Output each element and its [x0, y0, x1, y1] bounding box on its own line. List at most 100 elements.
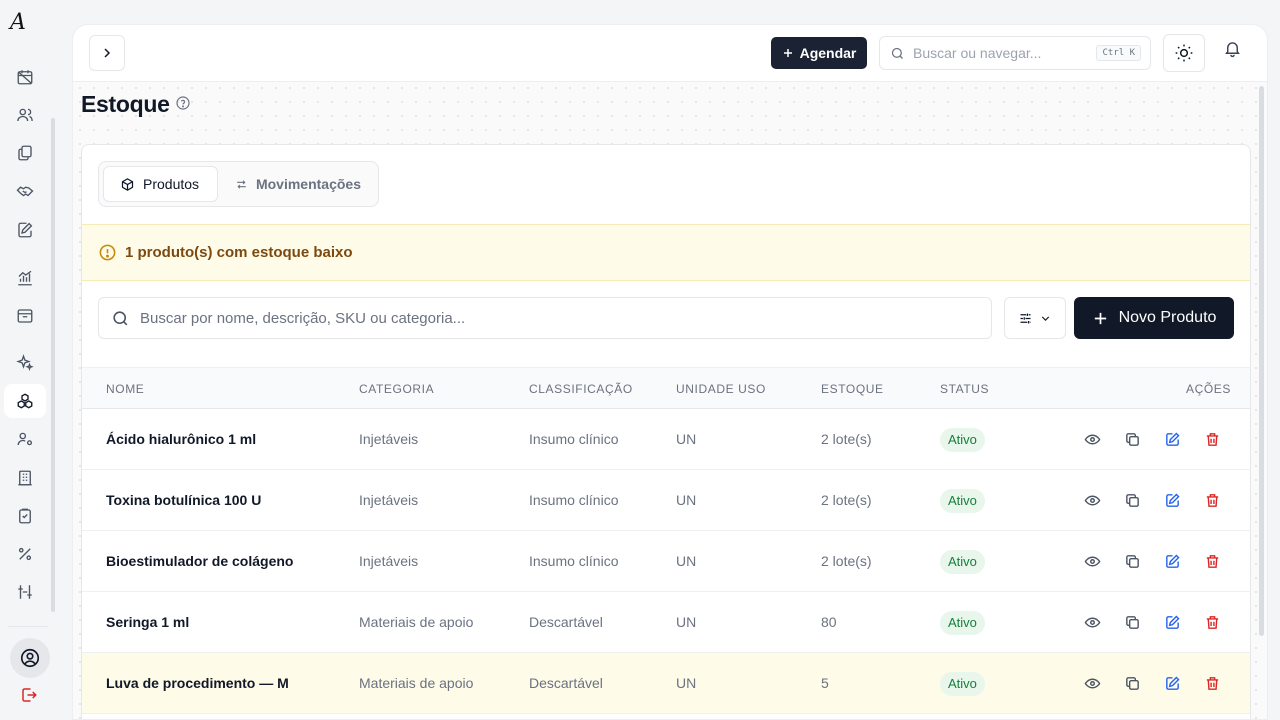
table-row[interactable]: Ácido hialurônico 1 ml Injetáveis Insumo… — [82, 409, 1250, 470]
search-row: Buscar por nome, descrição, SKU ou categ… — [98, 297, 1234, 339]
user-avatar-button[interactable] — [10, 638, 50, 678]
cell-estoque: 2 lote(s) — [821, 492, 872, 508]
percent-icon[interactable] — [14, 543, 36, 565]
calendar-off-icon[interactable] — [14, 66, 36, 88]
documents-icon[interactable] — [14, 142, 36, 164]
cell-classificacao: Descartável — [529, 675, 603, 691]
topbar: Agendar Buscar ou navegar... Ctrl K — [73, 25, 1267, 82]
inbox-icon[interactable] — [14, 305, 36, 327]
main-panel: Agendar Buscar ou navegar... Ctrl K Esto… — [72, 24, 1268, 720]
eye-icon[interactable] — [1082, 490, 1102, 510]
trash-icon[interactable] — [1202, 673, 1222, 693]
edit-icon[interactable] — [1162, 429, 1182, 449]
cell-nome: Bioestimulador de colágeno — [106, 553, 294, 569]
cell-classificacao: Insumo clínico — [529, 553, 619, 569]
sidebar-divider — [8, 626, 48, 627]
copy-icon[interactable] — [1122, 612, 1142, 632]
cell-nome: Ácido hialurônico 1 ml — [106, 431, 257, 447]
header-categoria[interactable]: CATEGORIA — [359, 368, 434, 410]
header-nome[interactable]: NOME — [106, 368, 144, 410]
table-body: Ácido hialurônico 1 ml Injetáveis Insumo… — [82, 409, 1250, 714]
tab-produtos-label: Produtos — [143, 176, 200, 192]
cell-categoria: Injetáveis — [359, 553, 419, 569]
cell-nome: Toxina botulínica 100 U — [106, 492, 262, 508]
alert-circle-icon — [99, 244, 116, 261]
user-settings-icon[interactable] — [14, 428, 36, 450]
table-header: NOME CATEGORIA CLASSIFICAÇÃO UNIDADE USO… — [82, 367, 1250, 409]
copy-icon[interactable] — [1122, 551, 1142, 571]
copy-icon[interactable] — [1122, 673, 1142, 693]
global-search-input[interactable]: Buscar ou navegar... Ctrl K — [879, 36, 1151, 70]
eye-icon[interactable] — [1082, 673, 1102, 693]
tab-movimentacoes[interactable]: Movimentações — [219, 166, 377, 202]
arrows-exchange-icon — [237, 179, 246, 189]
app-logo[interactable]: A — [10, 10, 32, 35]
cell-unidade: UN — [676, 614, 697, 630]
plus-icon — [783, 49, 792, 57]
cell-classificacao: Insumo clínico — [529, 492, 619, 508]
help-circle-icon[interactable] — [175, 95, 191, 111]
novo-produto-button[interactable]: Novo Produto — [1074, 297, 1234, 339]
main-scrollbar[interactable] — [1259, 86, 1264, 636]
cell-categoria: Materiais de apoio — [359, 614, 474, 630]
eye-icon[interactable] — [1082, 551, 1102, 571]
table-row-low-stock[interactable]: Luva de procedimento — M Materiais de ap… — [82, 653, 1250, 714]
product-search-input[interactable]: Buscar por nome, descrição, SKU ou categ… — [98, 297, 992, 339]
cell-estoque: 80 — [821, 614, 837, 630]
sun-icon — [1175, 44, 1193, 62]
header-estoque[interactable]: ESTOQUE — [821, 368, 884, 410]
header-acoes: AÇÕES — [1186, 382, 1232, 396]
theme-toggle-button[interactable] — [1163, 34, 1205, 72]
cell-estoque: 5 — [821, 675, 829, 691]
filter-dropdown-button[interactable] — [1004, 297, 1066, 339]
header-classificacao[interactable]: CLASSIFICAÇÃO — [529, 368, 633, 410]
stock-boxes-icon[interactable] — [4, 384, 46, 418]
table-row[interactable]: Toxina botulínica 100 U Injetáveis Insum… — [82, 470, 1250, 531]
logout-icon[interactable] — [20, 686, 40, 706]
header-status[interactable]: STATUS — [940, 368, 989, 410]
scale-icon[interactable] — [14, 581, 36, 603]
expand-sidebar-button[interactable] — [89, 35, 125, 71]
notifications-bell-icon[interactable] — [1223, 39, 1247, 63]
copy-icon[interactable] — [1122, 429, 1142, 449]
search-shortcut-badge: Ctrl K — [1096, 45, 1141, 61]
table-row[interactable]: Bioestimulador de colágeno Injetáveis In… — [82, 531, 1250, 592]
cell-categoria: Injetáveis — [359, 431, 419, 447]
low-stock-alert: 1 produto(s) com estoque baixo — [82, 224, 1250, 281]
building-icon[interactable] — [14, 467, 36, 489]
cell-nome: Seringa 1 ml — [106, 614, 190, 630]
edit-icon[interactable] — [1162, 673, 1182, 693]
tab-produtos[interactable]: Produtos — [103, 166, 218, 202]
status-badge: Ativo — [940, 611, 985, 635]
edit-icon[interactable] — [1162, 490, 1182, 510]
handshake-icon[interactable] — [14, 180, 36, 202]
status-badge: Ativo — [940, 550, 985, 574]
trash-icon[interactable] — [1202, 429, 1222, 449]
cell-unidade: UN — [676, 431, 697, 447]
agendar-label: Agendar — [799, 45, 857, 61]
status-badge: Ativo — [940, 489, 985, 513]
users-icon[interactable] — [14, 104, 36, 126]
copy-icon[interactable] — [1122, 490, 1142, 510]
cell-categoria: Injetáveis — [359, 492, 419, 508]
chart-icon[interactable] — [14, 267, 36, 289]
package-icon — [121, 177, 134, 191]
cell-categoria: Materiais de apoio — [359, 675, 474, 691]
edit-icon[interactable] — [1162, 612, 1182, 632]
clipboard-icon[interactable] — [14, 505, 36, 527]
table-row[interactable]: Seringa 1 ml Materiais de apoio Descartá… — [82, 592, 1250, 653]
edit-icon[interactable] — [1162, 551, 1182, 571]
trash-icon[interactable] — [1202, 490, 1222, 510]
novo-produto-label: Novo Produto — [1118, 309, 1217, 326]
sparkles-icon[interactable] — [14, 352, 36, 374]
eye-icon[interactable] — [1082, 612, 1102, 632]
header-unidade[interactable]: UNIDADE USO — [676, 368, 766, 410]
search-icon — [891, 47, 903, 59]
sidebar-scrollbar[interactable] — [51, 118, 55, 612]
eye-icon[interactable] — [1082, 429, 1102, 449]
agendar-button[interactable]: Agendar — [771, 37, 867, 69]
plus-icon — [1094, 312, 1106, 324]
trash-icon[interactable] — [1202, 551, 1222, 571]
edit-note-icon[interactable] — [14, 219, 36, 241]
trash-icon[interactable] — [1202, 612, 1222, 632]
